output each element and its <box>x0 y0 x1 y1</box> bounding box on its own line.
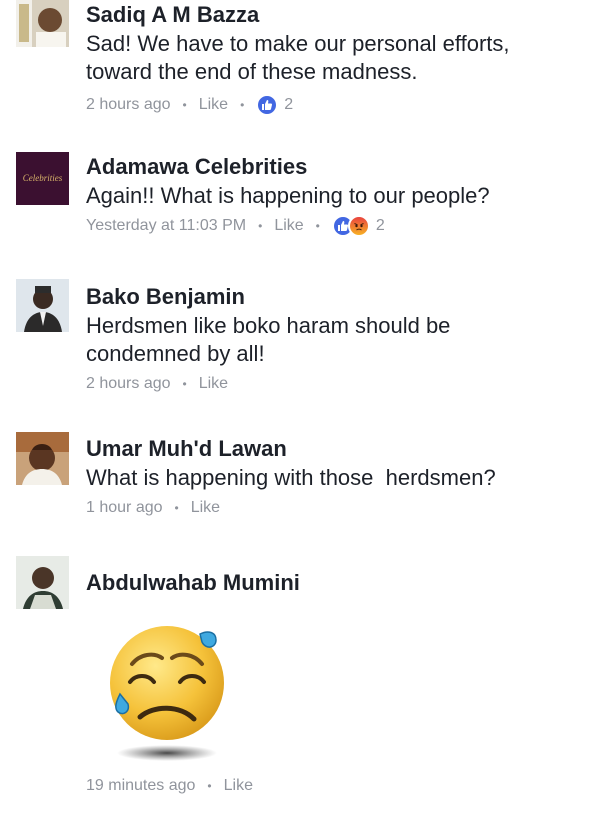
angry-face-icon <box>347 215 370 237</box>
comment-text: What is happening with those herdsmen? <box>86 465 496 490</box>
avatar-image <box>16 432 69 485</box>
comment-time[interactable]: 19 minutes ago <box>86 775 195 797</box>
comment-meta: 2 hours ago • Like <box>86 373 584 395</box>
avatar-image <box>16 556 69 609</box>
comment-author[interactable]: Abdulwahab Mumini <box>86 568 584 598</box>
comment-text: Again!! What is happening to our people? <box>86 183 490 208</box>
like-button[interactable]: Like <box>199 94 228 116</box>
crying-face-sticker <box>102 622 232 772</box>
comment-author[interactable]: Adamawa Celebrities <box>86 152 584 182</box>
reaction-count: 2 <box>284 96 294 113</box>
avatar-image <box>16 279 69 332</box>
separator-dot: • <box>240 98 245 112</box>
like-button[interactable]: Like <box>224 775 253 797</box>
comment-author[interactable]: Sadiq A M Bazza <box>86 0 584 30</box>
avatar[interactable]: Celebrities <box>16 152 69 205</box>
svg-text:Celebrities: Celebrities <box>23 173 63 183</box>
avatar[interactable] <box>16 432 69 485</box>
separator-dot: • <box>174 501 179 515</box>
separator-dot: • <box>315 219 320 233</box>
comment-meta: 19 minutes ago • Like <box>86 775 253 797</box>
comment-author[interactable]: Umar Muh'd Lawan <box>86 434 584 464</box>
separator-dot: • <box>207 779 212 793</box>
avatar-image: Celebrities <box>16 152 69 205</box>
separator-dot: • <box>182 377 187 391</box>
reactions[interactable]: 2 <box>331 215 385 237</box>
like-button[interactable]: Like <box>199 373 228 395</box>
comment-text: Herdsmen like boko haram should be conde… <box>86 313 451 366</box>
comment-text: Sad! We have to make our personal effort… <box>86 31 510 84</box>
comment-meta: 2 hours ago • Like • 2 <box>86 94 584 116</box>
comment-meta: Yesterday at 11:03 PM • Like • 2 <box>86 215 584 237</box>
crying-face-icon <box>110 626 224 761</box>
thumbs-up-icon <box>256 94 279 116</box>
comment-time[interactable]: 2 hours ago <box>86 373 171 395</box>
comment-time[interactable]: 1 hour ago <box>86 497 163 519</box>
comment-meta: 1 hour ago • Like <box>86 497 584 519</box>
comment-time[interactable]: Yesterday at 11:03 PM <box>86 215 246 237</box>
like-button[interactable]: Like <box>191 497 220 519</box>
like-button[interactable]: Like <box>274 215 303 237</box>
separator-dot: • <box>182 98 187 112</box>
reaction-count: 2 <box>375 217 385 234</box>
separator-dot: • <box>258 219 263 233</box>
avatar[interactable] <box>16 279 69 332</box>
reactions[interactable]: 2 <box>256 94 293 116</box>
comment-time[interactable]: 2 hours ago <box>86 94 171 116</box>
avatar-image <box>16 0 69 47</box>
avatar[interactable] <box>16 0 69 47</box>
avatar[interactable] <box>16 556 69 609</box>
comment-author[interactable]: Bako Benjamin <box>86 282 584 312</box>
